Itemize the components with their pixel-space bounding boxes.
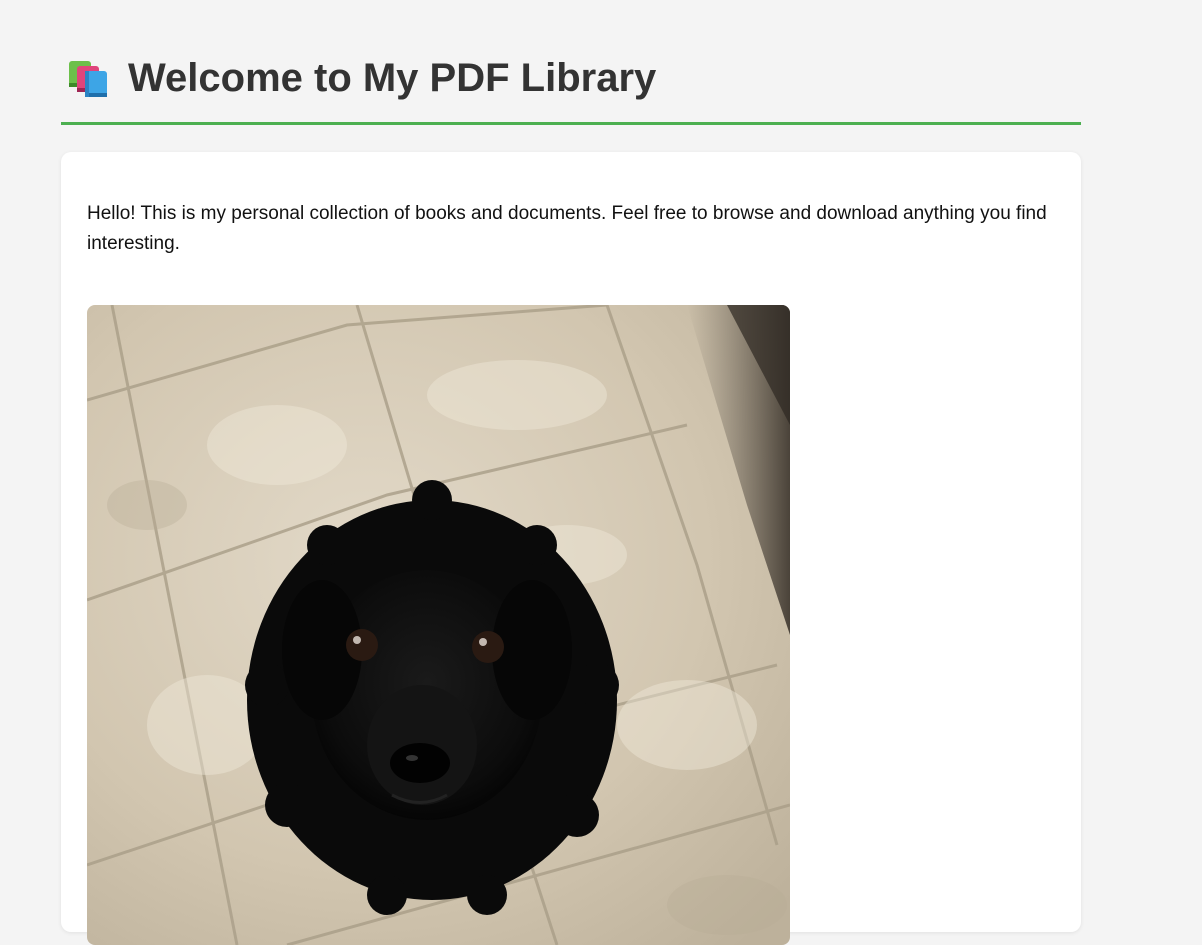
intro-text: Hello! This is my personal collection of… bbox=[87, 203, 1047, 254]
page-title: Welcome to My PDF Library bbox=[128, 56, 657, 100]
books-icon bbox=[67, 58, 111, 98]
page-header: Welcome to My PDF Library bbox=[61, 50, 1081, 125]
dog-photo bbox=[87, 305, 790, 945]
title-row: Welcome to My PDF Library bbox=[67, 56, 656, 100]
content-card: Hello! This is my personal collection of… bbox=[61, 152, 1081, 945]
